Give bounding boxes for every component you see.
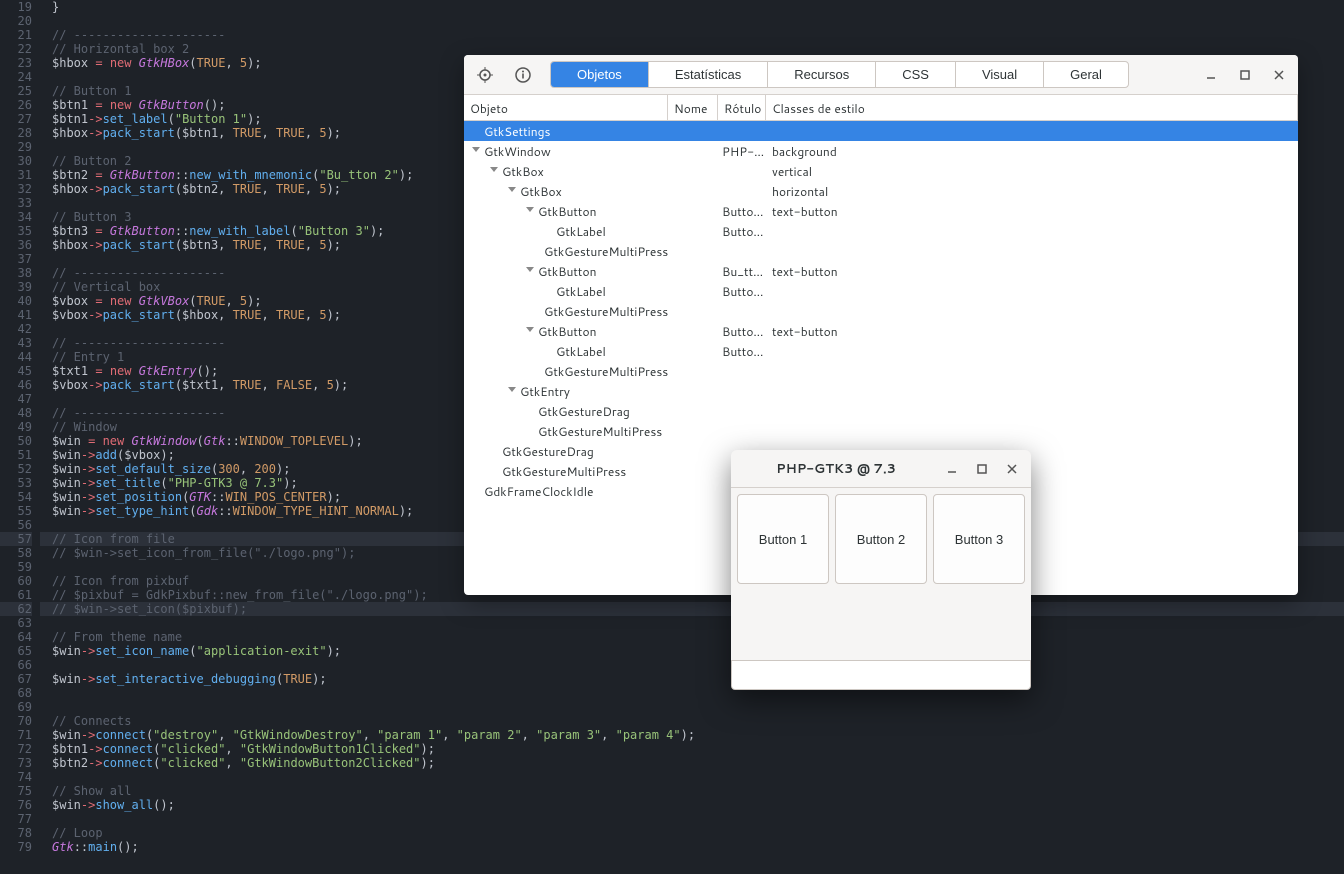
expander-icon[interactable]: [488, 165, 500, 177]
tree-row[interactable]: GtkBoxvertical: [464, 161, 1298, 181]
expander-icon: [488, 465, 500, 477]
expander-icon: [542, 285, 554, 297]
tree-row[interactable]: GtkButtonBu_tto...text-button: [464, 261, 1298, 281]
expander-icon: [470, 125, 482, 137]
column-classes[interactable]: Classes de estilo: [766, 95, 1298, 120]
inspector-columns: Objeto Nome Rótulo Classes de estilo: [464, 95, 1298, 121]
tree-row[interactable]: GtkGestureMultiPress: [464, 421, 1298, 441]
tree-row[interactable]: GtkGestureDrag: [464, 401, 1298, 421]
app-hbox: Button 1Button 2Button 3: [731, 488, 1031, 590]
app-title-label: PHP-GTK3 @ 7.3: [735, 460, 937, 478]
column-nome[interactable]: Nome: [668, 95, 718, 120]
column-objeto[interactable]: Objeto: [464, 95, 668, 120]
tree-row[interactable]: GtkButtonButton 3text-button: [464, 321, 1298, 341]
close-icon[interactable]: [1264, 61, 1294, 89]
expander-icon: [524, 405, 536, 417]
app-body: Button 1Button 2Button 3: [731, 488, 1031, 690]
app-window[interactable]: PHP-GTK3 @ 7.3 Button 1Button 2Button 3: [731, 450, 1031, 690]
close-icon[interactable]: [997, 455, 1027, 483]
column-rotulo[interactable]: Rótulo: [718, 95, 766, 120]
tree-row[interactable]: GtkLabelButton 1: [464, 221, 1298, 241]
inspector-tab-css[interactable]: CSS: [876, 62, 956, 87]
tree-row[interactable]: GtkBoxhorizontal: [464, 181, 1298, 201]
tree-row[interactable]: GtkGestureMultiPress: [464, 361, 1298, 381]
app-titlebar: PHP-GTK3 @ 7.3: [731, 450, 1031, 488]
line-number-gutter: 1920212223242526272829303132333435363738…: [0, 0, 40, 874]
tree-row[interactable]: GtkSettings: [464, 121, 1298, 141]
expander-icon[interactable]: [506, 385, 518, 397]
app-button-2[interactable]: Button 2: [835, 494, 927, 584]
expander-icon[interactable]: [524, 325, 536, 337]
tree-row[interactable]: GtkGestureMultiPress: [464, 301, 1298, 321]
expander-icon: [524, 425, 536, 437]
expander-icon[interactable]: [506, 185, 518, 197]
expander-icon[interactable]: [470, 145, 482, 157]
maximize-icon[interactable]: [1230, 61, 1260, 89]
info-icon[interactable]: [506, 61, 540, 89]
inspector-tab-visual[interactable]: Visual: [956, 62, 1044, 87]
tree-row[interactable]: GtkLabelButton 3: [464, 341, 1298, 361]
tree-row[interactable]: GtkEntry: [464, 381, 1298, 401]
expander-icon[interactable]: [524, 205, 536, 217]
minimize-icon[interactable]: [1196, 61, 1226, 89]
expander-icon: [542, 345, 554, 357]
expander-icon: [542, 225, 554, 237]
app-button-1[interactable]: Button 1: [737, 494, 829, 584]
tree-row[interactable]: GtkButtonButton 1text-button: [464, 201, 1298, 221]
inspector-tab-estatísticas[interactable]: Estatísticas: [649, 62, 768, 87]
expander-icon: [470, 485, 482, 497]
inspector-tab-geral[interactable]: Geral: [1044, 62, 1128, 87]
inspector-tab-objetos[interactable]: Objetos: [551, 62, 649, 87]
expander-icon[interactable]: [524, 265, 536, 277]
inspector-tab-recursos[interactable]: Recursos: [768, 62, 876, 87]
target-icon[interactable]: [468, 61, 502, 89]
inspector-header: ObjetosEstatísticasRecursosCSSVisualGera…: [464, 55, 1298, 95]
expander-icon: [488, 445, 500, 457]
tree-row[interactable]: GtkLabelButton 2: [464, 281, 1298, 301]
tree-row[interactable]: GtkWindowPHP-GT...background: [464, 141, 1298, 161]
app-entry[interactable]: [731, 660, 1031, 690]
app-button-3[interactable]: Button 3: [933, 494, 1025, 584]
maximize-icon[interactable]: [967, 455, 997, 483]
inspector-tab-switcher[interactable]: ObjetosEstatísticasRecursosCSSVisualGera…: [550, 61, 1129, 88]
tree-row[interactable]: GtkGestureMultiPress: [464, 241, 1298, 261]
minimize-icon[interactable]: [937, 455, 967, 483]
